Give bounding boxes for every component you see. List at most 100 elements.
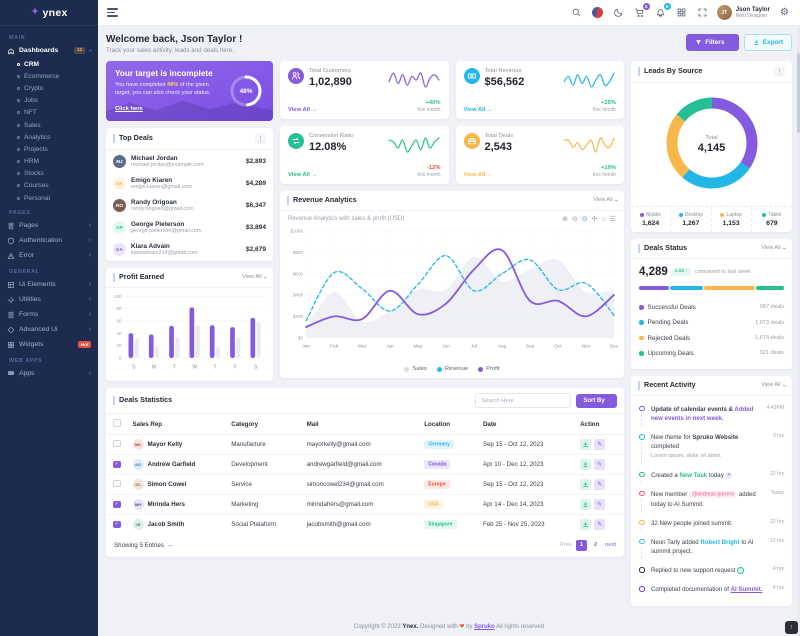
select-all-checkbox[interactable] [113,419,121,427]
sidebar-badge: 12 [74,47,84,54]
sidebar-subitem-stocks[interactable]: Stocks [0,168,98,180]
pagination-page-2[interactable]: 2 [590,540,601,551]
selection-zoom-icon[interactable]: ⊙ [582,216,588,223]
download-action-icon[interactable] [580,479,591,490]
recent-activity-view-all[interactable]: View All› [761,382,785,389]
spruko-link[interactable]: Spruko [474,624,495,630]
svg-text:$0: $0 [298,335,304,340]
mail-cell: mirindahers@gmail.com [301,494,419,514]
sparkline-chart [562,70,616,95]
activity-item: 32 New people joined summit.22 hrs [639,516,784,535]
pagination-next[interactable]: next [605,542,616,548]
sidebar-subitem-jobs[interactable]: Jobs [0,95,98,107]
pagination-prev[interactable]: Prev [560,542,572,548]
gear-icon[interactable]: ⚙ [778,6,791,19]
download-action-icon[interactable] [580,519,591,530]
pagination-page-1[interactable]: 1 [576,540,587,551]
revenue-analytics-view-all[interactable]: View All› [593,197,617,204]
deals-status-count: 987 deals [760,304,784,310]
export-button[interactable]: Export [744,34,792,51]
column-header-action[interactable]: Action [574,414,623,434]
deal-name: Randy Origoan [131,199,241,206]
recent-activity-title: Recent Activity [638,381,696,390]
sidebar-subitem-analytics[interactable]: Analytics [0,131,98,143]
sidebar-subitem-sales[interactable]: Sales [0,119,98,131]
sidebar-item-apps[interactable]: Apps› [0,366,98,381]
profit-earned-card: Profit Earned View All› 020406080100SMTW… [106,268,273,381]
sidebar-item-authentication[interactable]: Authentication› [0,233,98,248]
sidebar-subitem-personal[interactable]: Personal [0,192,98,204]
sort-by-button[interactable]: Sort By› [576,394,617,408]
user-name: Json Taylor [736,6,770,13]
sidebar-subitem-courses[interactable]: Courses [0,180,98,192]
stat-view-all-link[interactable]: View All → [464,107,493,113]
bell-icon[interactable]: 6 [654,6,667,19]
edit-action-icon[interactable]: ✎ [594,459,605,470]
column-header-date[interactable]: Date [477,414,574,434]
deal-email: michael.jordan@example.com [131,162,241,168]
zoom-in-icon[interactable]: ⊕ [562,216,568,223]
download-action-icon[interactable] [580,499,591,510]
column-header-mail[interactable]: Mail [301,414,419,434]
sidebar-item-utilities[interactable]: Utilities› [0,292,98,307]
deals-status-count: 921 deals [760,350,784,356]
home-icon [7,47,15,55]
row-checkbox[interactable]: ✓ [113,521,121,529]
row-checkbox[interactable]: ✓ [113,461,121,469]
zoom-out-icon[interactable]: ⊖ [572,216,578,223]
sidebar-subitem-crm[interactable]: CRM [0,58,98,70]
sidebar-subitem-nft[interactable]: NFT [0,107,98,119]
target-click-here-link[interactable]: Click here [115,106,143,112]
apps-grid-icon[interactable] [675,6,688,19]
sidebar-subitem-crypto[interactable]: Crypto [0,82,98,94]
fullscreen-icon[interactable] [696,6,709,19]
sidebar-item-ui-elements[interactable]: Ui Elements› [0,277,98,292]
download-action-icon[interactable] [580,459,591,470]
column-header-sales rep[interactable]: Sales Rep [127,414,226,434]
scroll-top-button[interactable]: ↑ [785,621,798,634]
row-checkbox[interactable] [113,480,121,488]
pan-icon[interactable]: ✛ [592,216,598,223]
cart-icon[interactable]: 5 [633,6,646,19]
moon-icon[interactable] [612,6,625,19]
stat-label: Total Customers [309,68,352,74]
profit-earned-view-all[interactable]: View All› [242,274,266,281]
sidebar-item-pages[interactable]: Pages› [0,218,98,233]
sidebar-subitem-ecommerce[interactable]: Ecommerce [0,70,98,82]
sidebar-item-widgets[interactable]: WidgetsHot [0,337,98,352]
column-header-category[interactable]: Category [225,414,300,434]
sidebar-subitem-hrm[interactable]: HRM [0,156,98,168]
menu-icon[interactable]: ☰ [610,216,616,223]
filters-button[interactable]: Filters › [686,34,739,51]
sidebar-item-forms[interactable]: Forms› [0,307,98,322]
column-header-location[interactable]: Location [418,414,477,434]
row-checkbox[interactable] [113,440,121,448]
stat-view-all-link[interactable]: View All → [288,107,317,113]
welcome-row: Welcome back, Json Taylor ! Track your s… [106,34,792,54]
edit-action-icon[interactable]: ✎ [594,519,605,530]
home-icon[interactable]: ⌂ [601,216,605,223]
deals-status-count: 1,073 deals [755,320,784,326]
top-deals-options-icon[interactable]: ⋮ [255,133,266,144]
sidebar-item-error[interactable]: Error› [0,248,98,263]
leads-options-icon[interactable]: ⋮ [774,66,785,77]
download-action-icon[interactable] [580,439,591,450]
stat-view-all-link[interactable]: View All → [288,172,317,178]
date-cell: Apr 14 - Dec 14, 2023 [477,494,574,514]
stat-view-all-link[interactable]: View All → [464,172,493,178]
search-icon[interactable] [570,6,583,19]
user-profile[interactable]: JTJson TaylorWeb Designer [717,5,770,20]
edit-action-icon[interactable]: ✎ [594,499,605,510]
language-flag-icon[interactable] [591,6,604,19]
search-input[interactable] [475,393,571,408]
edit-action-icon[interactable]: ✎ [594,479,605,490]
hamburger-menu-icon[interactable] [107,8,118,16]
sidebar-subitem-projects[interactable]: Projects [0,143,98,155]
row-checkbox[interactable]: ✓ [113,501,121,509]
sidebar-item-dashboards[interactable]: Dashboards12› [0,43,98,58]
deals-status-view-all[interactable]: View All› [761,245,785,252]
top-deals-card: Top Deals ⋮ MJMichael Jordanmichael.jord… [106,128,273,261]
sidebar-item-advanced-ui[interactable]: Advanced Ui› [0,322,98,337]
edit-action-icon[interactable]: ✎ [594,439,605,450]
sidebar-logo[interactable]: ✦ ynex [0,0,98,26]
